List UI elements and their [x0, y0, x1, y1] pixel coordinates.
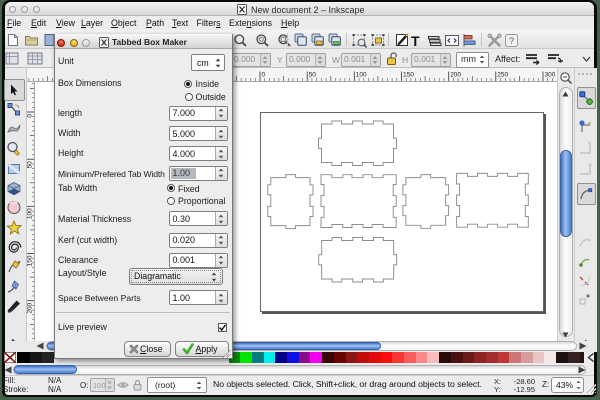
svg-text:200: 200	[450, 72, 461, 79]
svg-text:150: 150	[27, 255, 34, 266]
svg-text:50: 50	[309, 72, 317, 79]
svg-text:250: 250	[497, 72, 508, 79]
svg-text:50: 50	[27, 161, 34, 169]
svg-text:100: 100	[27, 208, 34, 219]
svg-text:300: 300	[545, 72, 556, 79]
svg-text:?: ?	[509, 36, 514, 46]
svg-text:0: 0	[262, 72, 266, 79]
svg-text:150: 150	[403, 72, 414, 79]
svg-text:0: 0	[27, 114, 34, 118]
svg-text:100: 100	[356, 72, 367, 79]
svg-text:200: 200	[27, 302, 34, 313]
